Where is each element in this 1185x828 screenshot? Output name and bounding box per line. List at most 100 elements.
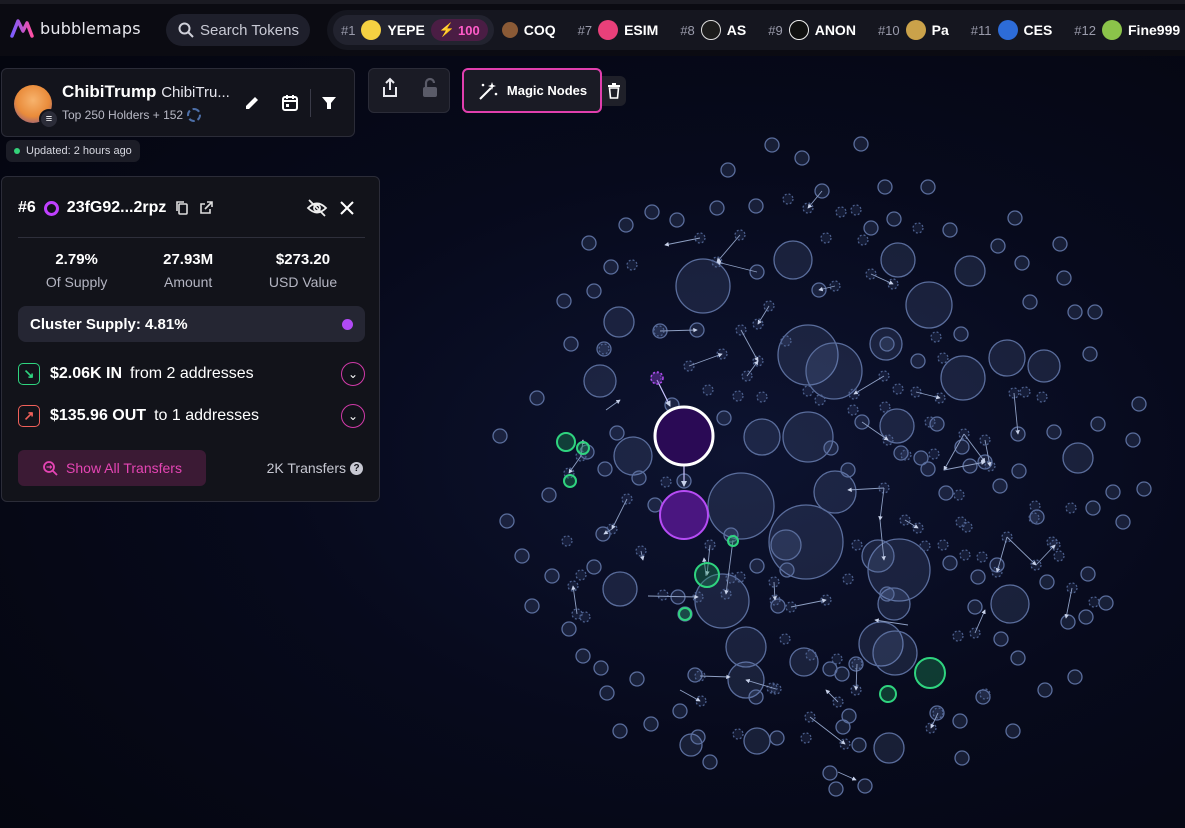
holder-bubble[interactable]	[967, 599, 983, 615]
holder-bubble[interactable]	[970, 569, 986, 585]
contract-bubble[interactable]	[702, 384, 714, 396]
hide-eye-icon[interactable]	[306, 198, 328, 218]
contract-bubble[interactable]	[820, 232, 832, 244]
holder-bubble[interactable]	[940, 355, 986, 401]
holder-bubble[interactable]	[748, 689, 764, 705]
holder-bubble[interactable]	[840, 462, 856, 478]
filter-icon[interactable]	[318, 92, 340, 114]
cluster-contract-bubble[interactable]	[650, 371, 664, 385]
holder-bubble[interactable]	[794, 150, 810, 166]
holder-bubble[interactable]	[748, 198, 764, 214]
selected-wallet-bubble[interactable]	[653, 405, 715, 467]
holder-bubble[interactable]	[1085, 500, 1101, 516]
holder-bubble[interactable]	[743, 418, 781, 456]
help-icon[interactable]: ?	[350, 461, 363, 475]
contract-bubble[interactable]	[879, 401, 891, 413]
holder-bubble[interactable]	[773, 240, 813, 280]
holder-bubble[interactable]	[1037, 682, 1053, 698]
holder-bubble[interactable]	[1011, 463, 1027, 479]
cluster-bubble[interactable]	[678, 607, 692, 621]
holder-bubble[interactable]	[823, 440, 839, 456]
contract-bubble[interactable]	[1029, 500, 1041, 512]
holder-bubble[interactable]	[602, 571, 638, 607]
holder-bubble[interactable]	[1062, 442, 1094, 474]
contract-bubble[interactable]	[598, 343, 610, 355]
holder-bubble[interactable]	[822, 765, 838, 781]
contract-bubble[interactable]	[892, 383, 904, 395]
holder-bubble[interactable]	[779, 562, 795, 578]
contract-bubble[interactable]	[976, 551, 988, 563]
holder-bubble[interactable]	[575, 648, 591, 664]
contract-bubble[interactable]	[912, 222, 924, 234]
holder-bubble[interactable]	[954, 750, 970, 766]
holder-bubble[interactable]	[618, 217, 634, 233]
holder-bubble[interactable]	[1039, 574, 1055, 590]
holder-bubble[interactable]	[672, 703, 688, 719]
wallet-address[interactable]: 23fG92...2rpz	[67, 199, 167, 217]
cluster-bubble[interactable]	[694, 562, 720, 588]
contract-bubble[interactable]	[800, 732, 812, 744]
holder-bubble[interactable]	[872, 630, 918, 676]
cluster-bubble[interactable]	[879, 685, 897, 703]
holder-bubble[interactable]	[1105, 484, 1121, 500]
holder-bubble[interactable]	[1010, 650, 1026, 666]
contract-bubble[interactable]	[782, 193, 794, 205]
share-icon[interactable]	[380, 77, 400, 104]
contract-bubble[interactable]	[979, 688, 991, 700]
contract-bubble[interactable]	[930, 331, 942, 343]
holder-bubble[interactable]	[702, 754, 718, 770]
holder-bubble[interactable]	[631, 470, 647, 486]
holder-bubble[interactable]	[770, 529, 802, 561]
holder-bubble[interactable]	[861, 539, 895, 573]
holder-bubble[interactable]	[1078, 609, 1094, 625]
holder-bubble[interactable]	[910, 353, 926, 369]
cluster-bubble[interactable]	[576, 441, 590, 455]
contract-bubble[interactable]	[1053, 550, 1065, 562]
holder-bubble[interactable]	[603, 259, 619, 275]
holder-bubble[interactable]	[586, 283, 602, 299]
contract-bubble[interactable]	[579, 611, 591, 623]
holder-bubble[interactable]	[1014, 255, 1030, 271]
contract-bubble[interactable]	[850, 204, 862, 216]
contract-bubble[interactable]	[835, 206, 847, 218]
contract-bubble[interactable]	[802, 385, 814, 397]
holder-bubble[interactable]	[613, 436, 653, 476]
contract-bubble[interactable]	[959, 549, 971, 561]
holder-bubble[interactable]	[612, 723, 628, 739]
holder-bubble[interactable]	[886, 211, 902, 227]
holder-bubble[interactable]	[764, 137, 780, 153]
cluster-partner-bubble[interactable]	[659, 490, 709, 540]
holder-bubble[interactable]	[643, 716, 659, 732]
cluster-bubble[interactable]	[727, 535, 739, 547]
magic-nodes-button[interactable]: Magic Nodes	[462, 68, 602, 113]
chevron-down-icon[interactable]: ⌄	[341, 404, 365, 428]
contract-bubble[interactable]	[1046, 536, 1058, 548]
holder-bubble[interactable]	[524, 598, 540, 614]
holder-bubble[interactable]	[603, 306, 635, 338]
holder-bubble[interactable]	[880, 242, 916, 278]
holder-bubble[interactable]	[561, 621, 577, 637]
holder-bubble[interactable]	[938, 485, 954, 501]
contract-bubble[interactable]	[695, 695, 707, 707]
holder-bubble[interactable]	[1005, 723, 1021, 739]
holder-bubble[interactable]	[1080, 566, 1096, 582]
holder-bubble[interactable]	[953, 326, 969, 342]
holder-bubble[interactable]	[593, 660, 609, 676]
holder-bubble[interactable]	[879, 336, 895, 352]
holder-bubble[interactable]	[920, 179, 936, 195]
holder-bubble[interactable]	[597, 461, 613, 477]
contract-bubble[interactable]	[851, 539, 863, 551]
holder-bubble[interactable]	[1067, 669, 1083, 685]
external-link-icon[interactable]	[198, 200, 214, 216]
holder-bubble[interactable]	[709, 200, 725, 216]
holder-bubble[interactable]	[1027, 349, 1061, 383]
holder-bubble[interactable]	[990, 238, 1006, 254]
contract-bubble[interactable]	[780, 335, 792, 347]
holder-bubble[interactable]	[920, 461, 936, 477]
contract-bubble[interactable]	[626, 259, 638, 271]
cluster-bubble[interactable]	[563, 474, 577, 488]
holder-bubble[interactable]	[541, 487, 557, 503]
holder-bubble[interactable]	[1115, 514, 1131, 530]
holder-bubble[interactable]	[1082, 346, 1098, 362]
holder-bubble[interactable]	[769, 730, 785, 746]
